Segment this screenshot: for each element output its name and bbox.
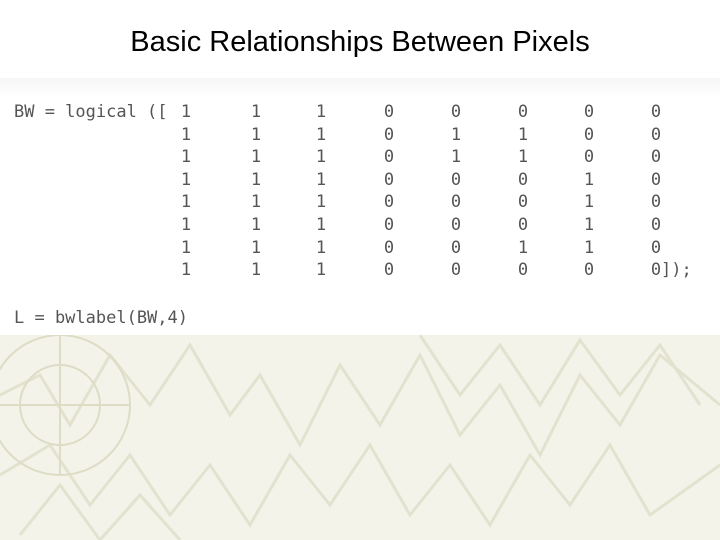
matrix-closing: ]); bbox=[661, 260, 692, 281]
matrix-cell: 1 bbox=[250, 215, 262, 235]
matrix-cell: 1 bbox=[315, 147, 327, 168]
matrix-cell: 1 bbox=[583, 192, 595, 213]
matrix-cell: 1 bbox=[315, 124, 327, 145]
bw-assignment-prefix: BW = logical ([ bbox=[14, 102, 168, 122]
matrix-cell: 0 bbox=[450, 169, 462, 190]
matrix-cell: 1 bbox=[250, 124, 262, 145]
matrix-cell: 0 bbox=[383, 260, 395, 281]
matrix-cell: 1 bbox=[315, 102, 327, 122]
matrix-cell: 1 bbox=[250, 147, 262, 168]
matrix-cell: 1 bbox=[180, 147, 192, 168]
matrix-cell: 1 bbox=[315, 260, 327, 281]
matrix-cell: 1 bbox=[180, 237, 192, 258]
slide-title: Basic Relationships Between Pixels bbox=[130, 26, 590, 58]
matrix-cell: 1 bbox=[180, 102, 192, 122]
background-pattern bbox=[0, 335, 720, 540]
matrix-cell: 1 bbox=[315, 169, 327, 190]
matrix-cell: 0 bbox=[583, 147, 595, 168]
matrix-cell: 1 bbox=[180, 169, 192, 190]
matrix-cell: 1 bbox=[315, 237, 327, 258]
matrix-cell: 1 bbox=[180, 124, 192, 145]
matrix-cell: 0 bbox=[450, 260, 462, 281]
matrix-cell: 0 bbox=[450, 102, 462, 122]
code-block: BW = logical ([ 111000001110110011101100… bbox=[14, 100, 714, 335]
matrix-cell: 0 bbox=[383, 215, 395, 235]
matrix-cell: 0 bbox=[583, 124, 595, 145]
matrix-cell: 1 bbox=[250, 102, 262, 122]
matrix-cell: 0 bbox=[450, 215, 462, 235]
matrix-cell: 1 bbox=[450, 124, 462, 145]
matrix-cell: 1 bbox=[517, 124, 529, 145]
matrix-cell: 0 bbox=[383, 124, 395, 145]
matrix-cell: 0 bbox=[650, 124, 662, 145]
matrix-cell: 0 bbox=[650, 147, 662, 168]
matrix-cell: 0 bbox=[517, 169, 529, 190]
matrix-cell: 1 bbox=[180, 192, 192, 213]
matrix-cell: 1 bbox=[583, 215, 595, 235]
matrix-cell: 0 bbox=[383, 192, 395, 213]
matrix-cell: 1 bbox=[583, 169, 595, 190]
matrix-cell: 1 bbox=[315, 215, 327, 235]
matrix-cell: 0 bbox=[383, 237, 395, 258]
matrix-cell: 1 bbox=[450, 147, 462, 168]
matrix-cell: 1 bbox=[250, 192, 262, 213]
matrix-cell: 1 bbox=[180, 260, 192, 281]
matrix-cell: 1 bbox=[250, 260, 262, 281]
matrix-cell: 0 bbox=[517, 102, 529, 122]
matrix-cell: 0 bbox=[450, 192, 462, 213]
matrix-cell: 1 bbox=[250, 169, 262, 190]
matrix-cell: 0 bbox=[383, 169, 395, 190]
matrix-cell: 0 bbox=[650, 192, 662, 213]
matrix-cell: 1 bbox=[583, 237, 595, 258]
matrix-cell: 0 bbox=[583, 102, 595, 122]
matrix-cell: 0 bbox=[450, 237, 462, 258]
matrix-cell: 1 bbox=[517, 237, 529, 258]
matrix-cell: 0 bbox=[650, 215, 662, 235]
matrix-cell: 1 bbox=[180, 215, 192, 235]
matrix-cell: 1 bbox=[315, 192, 327, 213]
matrix-cell: 0 bbox=[517, 192, 529, 213]
matrix-cell: 0 bbox=[650, 102, 662, 122]
matrix-cell: 0 bbox=[517, 215, 529, 235]
matrix-cell: 1 bbox=[250, 237, 262, 258]
matrix-cell: 0 bbox=[383, 102, 395, 122]
matrix-cell: 0 bbox=[650, 237, 662, 258]
matrix-cell: 0 bbox=[583, 260, 595, 281]
matrix-cell: 0 bbox=[383, 147, 395, 168]
matrix-cell: 0 bbox=[650, 169, 662, 190]
matrix-cell: 1 bbox=[517, 147, 529, 168]
matrix-cell: 0 bbox=[517, 260, 529, 281]
bwlabel-call: L = bwlabel(BW,4) bbox=[14, 308, 188, 328]
